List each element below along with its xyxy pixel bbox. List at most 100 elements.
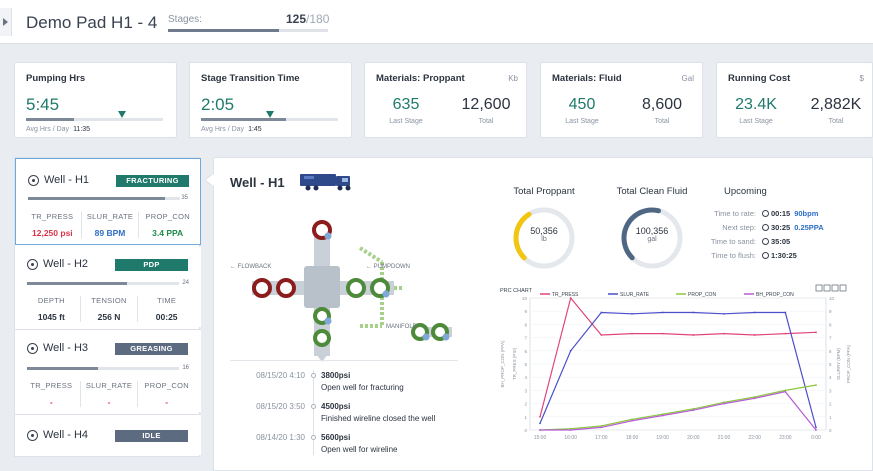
axis-label: BH_PROP_CON (PPA) — [500, 340, 505, 387]
upcoming-time-value: 00:15 — [771, 209, 791, 218]
data-point — [631, 332, 633, 335]
stages-progress-fill — [168, 29, 280, 32]
well-icon — [28, 175, 39, 186]
x-tick-label: 20:00 — [687, 435, 700, 441]
kpi-title: Materials: Proppant — [376, 73, 465, 84]
well-progress-fill — [27, 367, 99, 370]
data-point — [569, 297, 572, 299]
total-label: Total — [654, 118, 670, 125]
data-point — [539, 429, 541, 431]
metric-value: 12,250 psi — [32, 228, 73, 238]
metric-tr-press: TR_PRESS - — [23, 381, 81, 407]
data-point — [784, 332, 787, 335]
y-tick-label: 10 — [829, 296, 835, 301]
kpi-unit: $ — [859, 74, 864, 83]
kpi-value: 2:05 — [201, 95, 235, 114]
axis-label: PROP_CON (PPA) — [846, 344, 851, 383]
data-point — [753, 397, 756, 400]
well-card-h3[interactable]: Well - H3 GREASING 16 TR_PRESS - SLUR_RAT… — [15, 330, 201, 412]
legend-label: BH_PROP_CON — [756, 292, 794, 298]
x-tick-label: 0:00 — [811, 435, 821, 441]
upcoming-time-value: 30:25 — [771, 223, 791, 232]
flowback-label-text: FLOWBACK — [237, 264, 272, 270]
event-pressure: 3800psi — [321, 371, 351, 380]
panel-title: Well - H1 — [230, 175, 285, 190]
clock-icon — [762, 238, 769, 245]
data-point — [661, 414, 664, 417]
kpi-running-cost: Running Cost $ 23.4K Last Stage 2,882K Tot… — [716, 62, 873, 138]
data-point — [600, 426, 603, 429]
kpi-value: 5:45 — [26, 95, 60, 114]
metric-depth: DEPTH 1045 ft — [23, 296, 81, 322]
well-icon — [27, 343, 38, 354]
well-metrics: DEPTH 1045 ft TENSION 256 N TIME 00:25 — [23, 296, 195, 322]
pad-title: Demo Pad H1 - 4 — [26, 13, 158, 32]
x-tick-label: 19:00 — [656, 435, 669, 441]
data-point — [753, 311, 756, 314]
x-tick-label: 23:00 — [779, 435, 792, 441]
gauge-title-fluid: Total Clean Fluid — [616, 186, 688, 197]
target-marker-icon — [117, 111, 126, 118]
well-card-h2[interactable]: Well - H2 PDP 24 DEPTH 1045 ft TENSION 256… — [15, 247, 201, 327]
upcoming-time: 00:15 — [762, 209, 790, 218]
data-point — [784, 390, 787, 393]
wells-list: Well - H1 FRACTURING 35 TR_PRESS 12,250 p… — [14, 157, 201, 457]
frac-cross — [304, 266, 340, 308]
kpi-title: Stage Transition Time — [201, 73, 300, 84]
prc-chart[interactable]: PRC CHART TR_PRESS SLUR_RATE PROP_CON BH_PRO… — [498, 284, 856, 456]
kpi-stage-transition: Stage Transition Time 2:05 Avg Hrs / Day… — [189, 62, 352, 138]
fluid-gauge-readout: 100,356 gal — [618, 226, 686, 243]
well-progress-fill — [27, 282, 128, 285]
wellhead-diagram — [252, 220, 452, 362]
metric-value: 256 N — [97, 312, 121, 322]
upcoming-label: Next step: — [722, 223, 756, 232]
y-tick-label: 10 — [522, 296, 528, 301]
kpi-sub: Avg Hrs / Day 11:35 — [26, 126, 90, 133]
data-point — [723, 332, 725, 335]
well-card-h1[interactable]: Well - H1 FRACTURING 35 TR_PRESS 12,250 p… — [15, 158, 201, 245]
well-metrics: TR_PRESS 12,250 psi SLUR_RATE 89 BPM PROP_… — [24, 212, 196, 238]
well-card-h4[interactable]: Well - H4 IDLE — [15, 415, 201, 455]
kpi-total: 2,882K Total — [801, 96, 871, 125]
last-stage-label: Last Stage — [389, 118, 423, 125]
event-time: 08/14/20 1:30 — [256, 433, 305, 442]
metric-tension: TENSION 256 N — [81, 296, 139, 322]
well-icon — [27, 430, 38, 441]
event-dot — [311, 435, 316, 440]
sidebar-toggle-button[interactable] — [0, 8, 12, 36]
upcoming-row: Time to flush: 1:30:25 — [684, 251, 797, 260]
panel-pointer — [205, 172, 215, 188]
top-bar: Demo Pad H1 - 4 Stages: 125/180 — [0, 0, 873, 44]
x-tick-label: 16:00 — [564, 435, 577, 441]
data-point — [539, 415, 541, 418]
metric-label: PROP_CON — [144, 381, 189, 390]
well-progress — [27, 367, 179, 370]
stages-label: Stages: — [168, 14, 202, 25]
data-point — [723, 402, 725, 405]
divider — [230, 360, 458, 361]
well-progress-fill — [28, 197, 165, 200]
upcoming-time: 35:05 — [762, 237, 790, 246]
status-badge: GREASING — [115, 343, 188, 355]
kpi-title: Running Cost — [728, 73, 791, 84]
data-point — [692, 311, 695, 314]
well-progress-value: 35 — [181, 195, 188, 201]
frac-truck-icon — [300, 174, 351, 191]
upcoming-target: 90bpm — [794, 209, 819, 218]
stages-count: 125/180 — [286, 12, 329, 26]
data-point — [815, 384, 817, 387]
data-point — [692, 409, 695, 412]
data-point — [631, 419, 633, 422]
last-stage-label: Last Stage — [565, 118, 599, 125]
kpi-unit: Kb — [508, 74, 518, 83]
data-point — [631, 312, 633, 315]
last-stage-label: Last Stage — [739, 118, 773, 125]
gauge-unit: lb — [541, 236, 547, 243]
gauge-value: 100,356 — [635, 226, 669, 236]
well-progress-value: 16 — [182, 365, 189, 371]
total-label: Total — [828, 118, 844, 125]
metric-time: TIME 00:25 — [138, 296, 195, 322]
metric-value: 1045 ft — [37, 312, 65, 322]
upcoming-row: Next step: 30:25 0.25PPA — [684, 223, 823, 232]
legend-label: PROP_CON — [688, 292, 716, 298]
